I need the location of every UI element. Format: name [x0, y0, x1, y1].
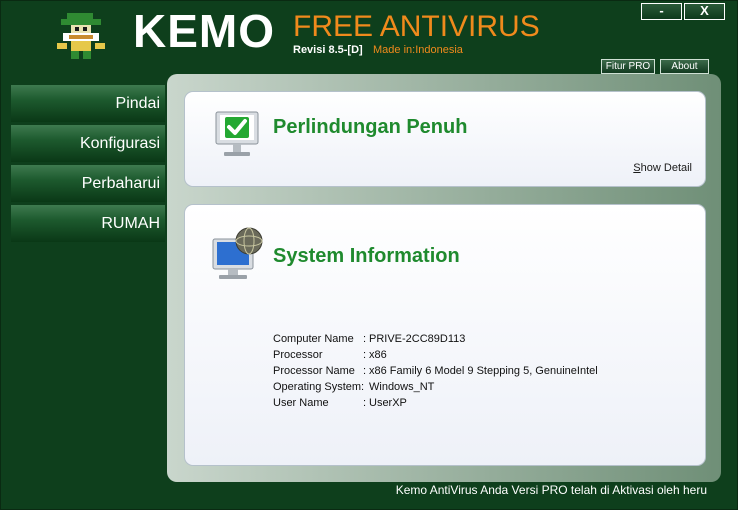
sidebar-item-perbaharui[interactable]: Perbaharui [11, 165, 165, 202]
info-label: Operating System [273, 381, 362, 393]
info-value: x86 [369, 349, 387, 361]
main-panel: Perlindungan Penuh Show Detail System In… [167, 74, 721, 482]
brand-title: KEMO [133, 5, 275, 57]
info-label: Processor [273, 349, 323, 361]
about-button[interactable]: About [660, 59, 709, 74]
monitor-checkmark-icon [215, 111, 259, 156]
info-value: Windows_NT [369, 381, 435, 393]
system-info-card: System Information Computer Name : PRIVE… [184, 204, 706, 466]
app-window: KEMO FREE ANTIVIRUS Revisi 8.5-[D] Made … [0, 0, 738, 510]
sidebar-item-rumah[interactable]: RUMAH [11, 205, 165, 242]
monitor-globe-icon [212, 227, 263, 279]
made-in-label: Made in:Indonesia [373, 44, 463, 56]
info-label: User Name [273, 397, 329, 409]
close-button[interactable]: X [684, 3, 725, 20]
product-subtitle: FREE ANTIVIRUS [293, 10, 540, 43]
version-label: Revisi 8.5-[D] [293, 44, 363, 56]
pro-features-button[interactable]: Fitur PRO [601, 59, 655, 74]
system-info-title: System Information [273, 245, 460, 267]
show-detail-link[interactable]: Show Detail [633, 162, 692, 174]
info-separator: : [363, 365, 367, 377]
info-value: UserXP [369, 397, 407, 409]
minimize-button[interactable]: - [641, 3, 682, 20]
kemo-logo-icon [53, 9, 109, 61]
info-value: PRIVE-2CC89D113 [369, 333, 466, 345]
sidebar-item-konfigurasi[interactable]: Konfigurasi [11, 125, 165, 162]
show-detail-link-accesskey: S [633, 162, 641, 174]
show-detail-link-text: how Detail [640, 162, 692, 174]
activation-status-text: Kemo AntiVirus Anda Versi PRO telah di A… [395, 483, 707, 497]
info-label: Processor Name [273, 365, 355, 377]
info-separator: : [363, 397, 367, 409]
info-label: Computer Name [273, 333, 354, 345]
info-value: x86 Family 6 Model 9 Stepping 5, Genuine… [369, 365, 598, 377]
info-separator: : [361, 381, 365, 393]
info-separator: : [363, 333, 367, 345]
info-separator: : [363, 349, 367, 361]
sidebar-item-pindai[interactable]: Pindai [11, 85, 165, 122]
protection-title: Perlindungan Penuh [273, 116, 468, 138]
protection-card: Perlindungan Penuh Show Detail [184, 91, 706, 187]
